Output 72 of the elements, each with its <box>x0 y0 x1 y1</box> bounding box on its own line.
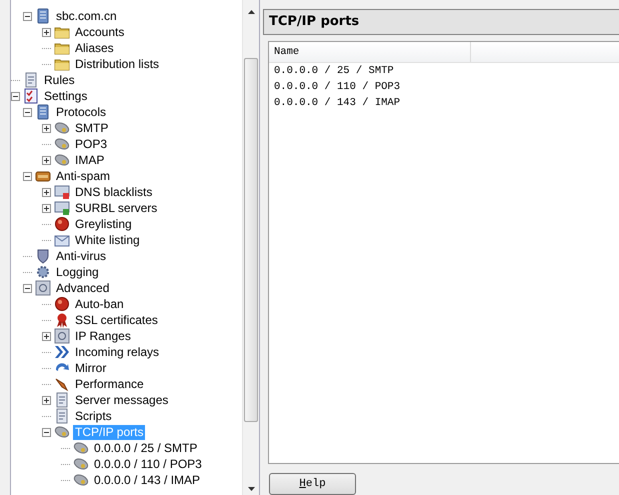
plug-icon <box>73 456 89 472</box>
tree-item[interactable]: Incoming relays <box>73 344 162 360</box>
list-item[interactable]: 0.0.0.0 / 25 / SMTP <box>269 63 619 79</box>
tree-item[interactable]: Scripts <box>73 408 114 424</box>
expand-toggle[interactable] <box>23 284 32 292</box>
plug-icon <box>73 472 89 488</box>
plug-icon <box>54 424 70 440</box>
document-icon <box>54 392 70 408</box>
help-button[interactable]: Help <box>269 473 356 495</box>
tree-item[interactable]: 0.0.0.0 / 25 / SMTP <box>92 440 200 456</box>
tree-item[interactable]: DNS blacklists <box>73 184 154 200</box>
server-icon <box>35 104 51 120</box>
ball-icon <box>54 296 70 312</box>
tree-item[interactable]: IP Ranges <box>73 328 133 344</box>
tree-item[interactable]: Accounts <box>73 24 126 40</box>
ribbon-icon <box>54 312 70 328</box>
monitor-icon <box>54 200 70 216</box>
tree-item[interactable]: SMTP <box>73 120 110 136</box>
shield-icon <box>35 248 51 264</box>
monitor-icon <box>54 184 70 200</box>
document-icon <box>23 72 39 88</box>
server-icon <box>35 8 51 24</box>
plug-icon <box>54 120 70 136</box>
tree-item[interactable]: Server messages <box>73 392 170 408</box>
tree-item[interactable]: Anti-spam <box>54 168 112 184</box>
tree-item[interactable]: Protocols <box>54 104 108 120</box>
list-item[interactable]: 0.0.0.0 / 143 / IMAP <box>269 95 619 111</box>
expand-toggle[interactable] <box>42 332 51 340</box>
plug-icon <box>54 152 70 168</box>
gear-icon <box>35 264 51 280</box>
ball-icon <box>54 216 70 232</box>
checklist-icon <box>23 88 39 104</box>
tree-item[interactable]: Mirror <box>73 360 108 376</box>
tree-item[interactable]: SSL certificates <box>73 312 160 328</box>
expand-toggle[interactable] <box>23 108 32 116</box>
expand-toggle[interactable] <box>11 92 20 100</box>
expand-toggle[interactable] <box>42 396 51 404</box>
tree-item[interactable]: Performance <box>73 376 146 392</box>
tree-item[interactable]: Aliases <box>73 40 116 56</box>
tree-item[interactable]: Greylisting <box>73 216 134 232</box>
chevrons-icon <box>54 344 70 360</box>
tree-item[interactable]: Auto-ban <box>73 296 126 312</box>
tree-item[interactable]: SURBL servers <box>73 200 160 216</box>
scrollbar[interactable] <box>242 0 259 495</box>
scroll-thumb[interactable] <box>244 58 258 422</box>
tree-item[interactable]: POP3 <box>73 136 110 152</box>
expand-toggle[interactable] <box>42 124 51 132</box>
tree-item[interactable]: Anti-virus <box>54 248 108 264</box>
tree-item[interactable]: Distribution lists <box>73 56 162 72</box>
plug-icon <box>54 136 70 152</box>
tree-item[interactable]: IMAP <box>73 152 106 168</box>
expand-toggle[interactable] <box>42 428 51 436</box>
tree-item[interactable]: Advanced <box>54 280 112 296</box>
document-icon <box>54 408 70 424</box>
tree-item[interactable]: 0.0.0.0 / 110 / POP3 <box>92 456 204 472</box>
expand-toggle[interactable] <box>23 12 32 20</box>
scroll-down-icon[interactable] <box>248 487 254 491</box>
tree-item[interactable]: Rules <box>42 72 77 88</box>
expand-toggle[interactable] <box>42 28 51 36</box>
tree-item[interactable]: sbc.com.cn <box>54 8 119 24</box>
expand-toggle[interactable] <box>42 188 51 196</box>
expand-toggle[interactable] <box>42 156 51 164</box>
tree-item[interactable]: Settings <box>42 88 90 104</box>
tree-item[interactable]: White listing <box>73 232 142 248</box>
panel-title: TCP/IP ports <box>263 9 619 35</box>
tree-item[interactable]: Logging <box>54 264 101 280</box>
expand-toggle[interactable] <box>42 204 51 212</box>
tree-item[interactable]: 0.0.0.0 / 143 / IMAP <box>92 472 202 488</box>
plug-icon <box>73 440 89 456</box>
expand-toggle[interactable] <box>23 172 32 180</box>
list-item[interactable]: 0.0.0.0 / 110 / POP3 <box>269 79 619 95</box>
scroll-up-icon[interactable] <box>248 10 254 14</box>
